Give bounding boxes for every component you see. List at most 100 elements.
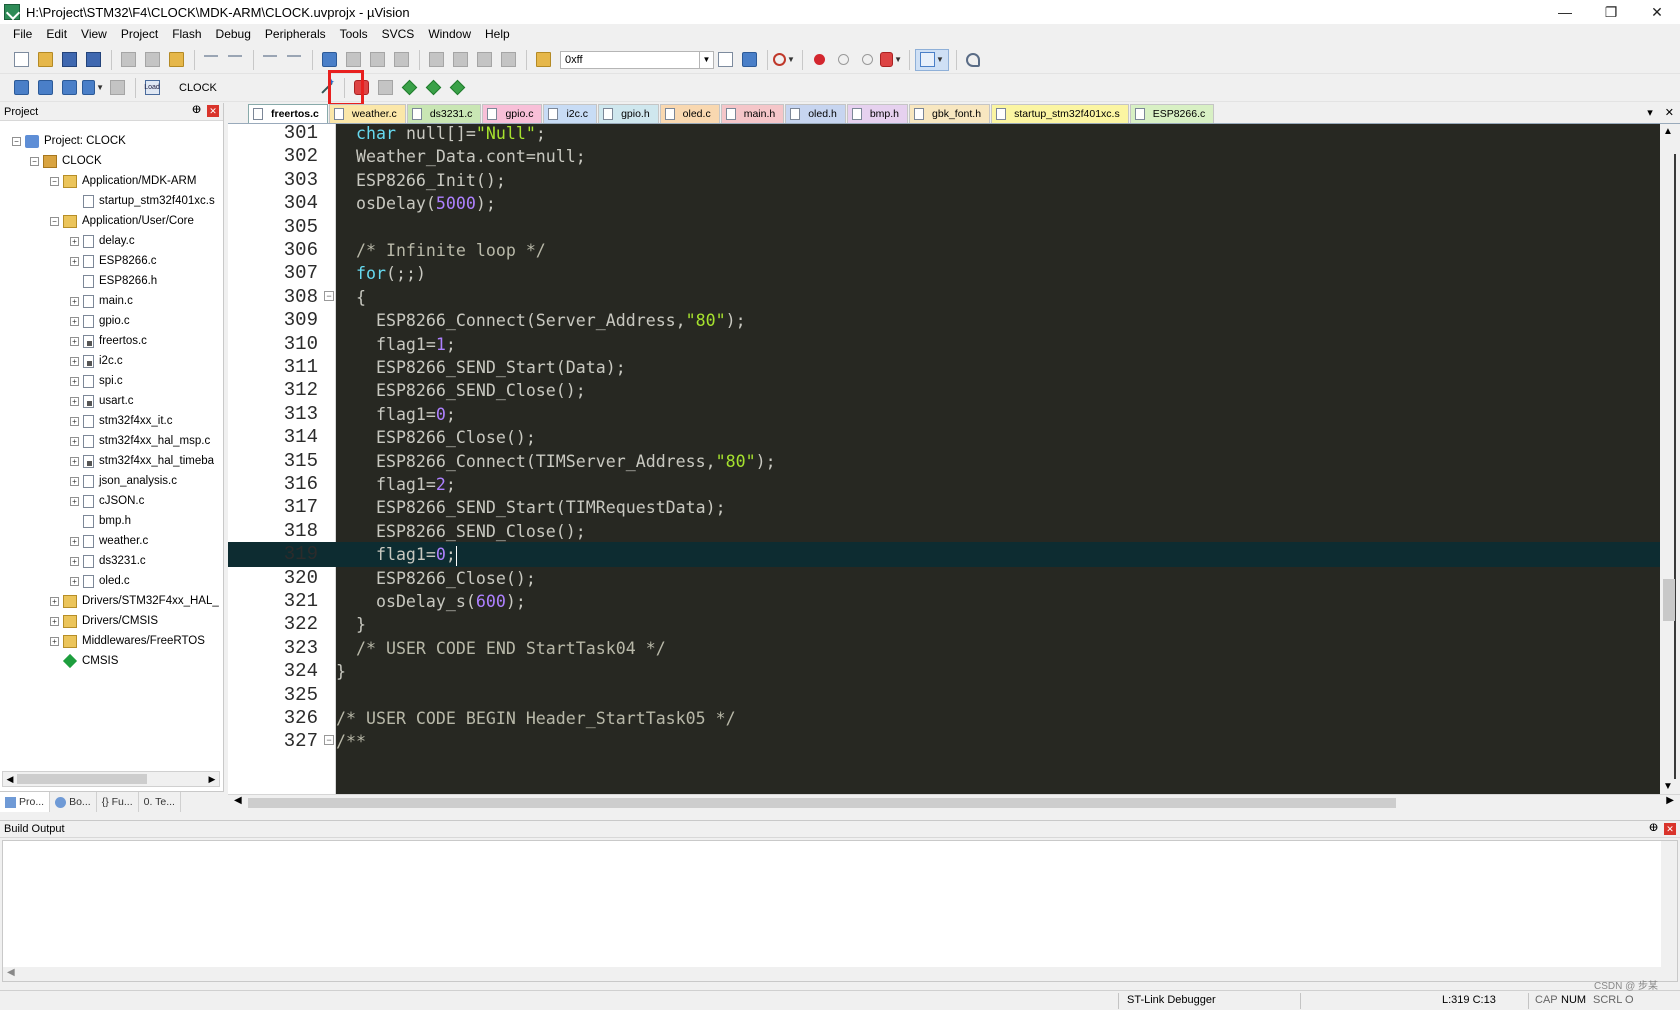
find-input[interactable]: 0xff [560,50,700,69]
code-line[interactable]: 315 ESP8266_Connect(TIMServer_Address,"8… [228,449,1668,474]
menu-peripherals[interactable]: Peripherals [258,27,333,41]
translate-button[interactable] [10,77,32,99]
stop-build-button[interactable] [106,77,128,99]
select-packs-button[interactable] [398,77,420,99]
editor-tab[interactable]: main.h [720,104,785,123]
kill-breakpoints-button[interactable]: ▼ [880,49,902,71]
build-output-horizontal-scrollbar[interactable]: ◀ [3,967,1663,981]
tree-item[interactable]: + usart.c [70,392,134,410]
insert-breakpoint-button[interactable] [808,49,830,71]
scroll-left-icon[interactable]: ◀ [7,967,15,978]
paste-button[interactable] [165,49,187,71]
code-line[interactable]: 317 ESP8266_SEND_Start(TIMRequestData); [228,495,1668,520]
expand-icon[interactable]: + [70,436,79,446]
scrollbar-thumb[interactable] [17,774,147,784]
menu-file[interactable]: File [6,27,39,41]
tree-item[interactable]: + i2c.c [70,352,123,370]
scroll-up-icon[interactable]: ▲ [1663,126,1673,137]
find-dropdown-button[interactable]: ▼ [700,50,714,69]
disable-all-breakpoints-button[interactable] [856,49,878,71]
expand-icon[interactable]: + [70,316,79,326]
menu-svcs[interactable]: SVCS [375,27,422,41]
editor-tab[interactable]: ESP8266.c [1129,104,1215,123]
open-file-button[interactable] [34,49,56,71]
code-line[interactable]: 302 Weather_Data.cont=null; [228,144,1668,169]
project-horizontal-scrollbar[interactable]: ◀ ▶ [2,771,220,787]
menu-help[interactable]: Help [478,27,517,41]
redo-button[interactable] [224,49,246,71]
code-line[interactable]: 307 for(;;) [228,261,1668,286]
tree-item[interactable]: + spi.c [70,372,123,390]
clear-bookmarks-button[interactable] [390,49,412,71]
expand-icon[interactable]: + [70,376,79,386]
tree-item[interactable]: startup_stm32f401xc.s [70,192,215,210]
editor-tab[interactable]: oled.c [659,104,720,123]
restore-button[interactable]: ❐ [1588,0,1634,24]
expand-icon[interactable]: + [70,556,79,566]
menu-edit[interactable]: Edit [39,27,74,41]
code-line[interactable]: 321 osDelay_s(600); [228,589,1668,614]
menu-flash[interactable]: Flash [165,27,208,41]
tree-item[interactable]: + main.c [70,292,133,310]
menu-window[interactable]: Window [421,27,478,41]
tree-item[interactable]: + Drivers/STM32F4xx_HAL_ [50,592,219,610]
tab-list-dropdown-button[interactable]: ▾ [1647,106,1653,119]
undo-button[interactable] [200,49,222,71]
expand-icon[interactable]: + [50,616,59,626]
tree-item[interactable]: − Project: CLOCK [12,132,126,150]
tab-books[interactable]: Bo... [50,792,97,812]
tree-item[interactable]: + Drivers/CMSIS [50,612,158,630]
collapse-icon[interactable]: − [50,176,59,186]
code-editor[interactable]: 301 char null[]="Null"; 302 Weather_Data.… [228,124,1668,794]
code-line[interactable]: 313 flag1=0; [228,402,1668,427]
rebuild-button[interactable] [58,77,80,99]
tab-functions[interactable]: {} Fu... [97,792,139,812]
close-window-button[interactable]: ✕ [1634,0,1680,24]
editor-tab[interactable]: weather.c [328,104,406,123]
pin-icon[interactable]: ⴲ [192,105,201,116]
find-in-files-button[interactable] [532,49,554,71]
navigate-back-button[interactable] [259,49,281,71]
editor-tab[interactable]: gpio.c [482,104,543,123]
expand-icon[interactable]: + [70,496,79,506]
menu-view[interactable]: View [74,27,114,41]
tree-item[interactable]: − Application/MDK-ARM [50,172,196,190]
code-line[interactable]: 304 osDelay(5000); [228,191,1668,216]
scroll-right-icon[interactable]: ▶ [1666,795,1674,806]
code-line[interactable]: 320 ESP8266_Close(); [228,566,1668,591]
fold-toggle-icon[interactable]: − [324,290,334,301]
tree-item[interactable]: + freertos.c [70,332,147,350]
tree-item[interactable]: + delay.c [70,232,135,250]
editor-vertical-scrollbar[interactable]: ▲ ▼ [1660,124,1680,794]
bookmark-button[interactable] [318,49,340,71]
pack-installer-button[interactable] [446,77,468,99]
scrollbar-thumb[interactable] [248,798,1396,808]
tree-item[interactable]: bmp.h [70,512,131,530]
editor-tab[interactable]: ds3231.c [406,104,482,123]
code-line[interactable]: 322 } [228,612,1668,637]
editor-tab[interactable]: gbk_font.h [909,104,991,123]
tree-item[interactable]: + ESP8266.c [70,252,157,270]
batch-build-button[interactable]: ▼ [82,77,104,99]
window-layout-button[interactable]: ▼ [915,48,949,71]
code-line[interactable]: 306 /* Infinite loop */ [228,238,1668,263]
expand-icon[interactable]: + [70,396,79,406]
collapse-icon[interactable]: − [50,216,59,226]
expand-icon[interactable]: + [70,576,79,586]
expand-icon[interactable]: + [70,456,79,466]
pin-icon[interactable]: ⴲ [1649,823,1658,834]
scrollbar-thumb[interactable] [1663,579,1675,621]
tree-item[interactable]: + oled.c [70,572,130,590]
code-line[interactable]: 303 ESP8266_Init(); [228,168,1668,193]
expand-icon[interactable]: + [70,256,79,266]
target-select[interactable]: CLOCK [173,79,313,97]
tab-project[interactable]: Pro... [0,792,51,812]
configure-button[interactable] [962,49,984,71]
build-output-text[interactable]: ◀ [2,840,1678,982]
close-tab-button[interactable]: ✕ [1665,106,1674,119]
save-all-button[interactable] [82,49,104,71]
indent-button[interactable] [425,49,447,71]
tree-item[interactable]: + weather.c [70,532,148,550]
menu-tools[interactable]: Tools [333,27,375,41]
expand-icon[interactable]: + [70,356,79,366]
